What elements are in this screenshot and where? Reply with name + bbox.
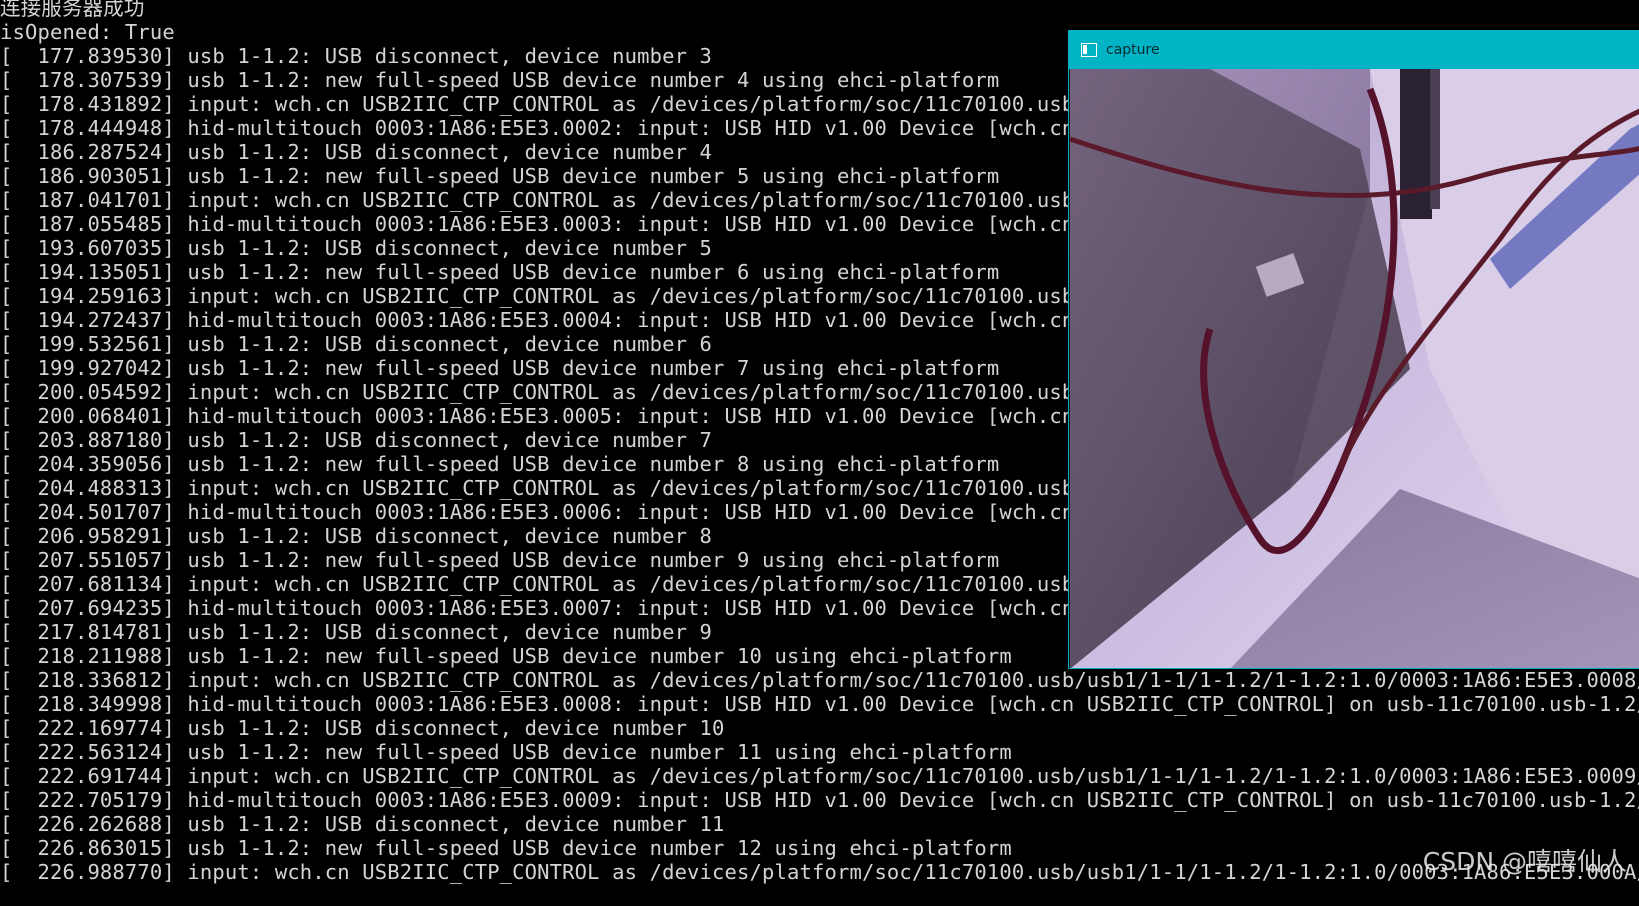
- terminal-line: [ 207.551057] usb 1-1.2: new full-speed …: [0, 548, 1000, 572]
- terminal-line: [ 204.501707] hid-multitouch 0003:1A86:E…: [0, 500, 1075, 524]
- terminal-line: [ 199.927042] usb 1-1.2: new full-speed …: [0, 356, 1000, 380]
- terminal-line: [ 226.988770] input: wch.cn USB2IIC_CTP_…: [0, 860, 1639, 884]
- terminal-line: [ 222.563124] usb 1-1.2: new full-speed …: [0, 740, 1012, 764]
- terminal-line: [ 194.135051] usb 1-1.2: new full-speed …: [0, 260, 1000, 284]
- terminal-line: [ 187.055485] hid-multitouch 0003:1A86:E…: [0, 212, 1075, 236]
- camera-frame-image: [1070, 69, 1639, 668]
- terminal-line: [ 203.887180] usb 1-1.2: USB disconnect,…: [0, 428, 713, 452]
- window-icon: [1081, 43, 1097, 57]
- csdn-watermark: CSDN @嘻嘻仙人: [1422, 847, 1627, 876]
- terminal-line: [ 218.349998] hid-multitouch 0003:1A86:E…: [0, 692, 1639, 716]
- terminal-line: [ 187.041701] input: wch.cn USB2IIC_CTP_…: [0, 188, 1075, 212]
- terminal-line: [ 186.903051] usb 1-1.2: new full-speed …: [0, 164, 1000, 188]
- terminal-line: [ 200.054592] input: wch.cn USB2IIC_CTP_…: [0, 380, 1075, 404]
- terminal-line: [ 194.259163] input: wch.cn USB2IIC_CTP_…: [0, 284, 1075, 308]
- terminal-line: [ 204.488313] input: wch.cn USB2IIC_CTP_…: [0, 476, 1075, 500]
- terminal-line: [ 222.691744] input: wch.cn USB2IIC_CTP_…: [0, 764, 1639, 788]
- terminal-line: [ 222.169774] usb 1-1.2: USB disconnect,…: [0, 716, 725, 740]
- terminal-line: [ 178.431892] input: wch.cn USB2IIC_CTP_…: [0, 92, 1075, 116]
- capture-titlebar[interactable]: capture: [1069, 31, 1639, 69]
- terminal-line: [ 200.068401] hid-multitouch 0003:1A86:E…: [0, 404, 1075, 428]
- terminal-line: [ 178.444948] hid-multitouch 0003:1A86:E…: [0, 116, 1075, 140]
- terminal-line: [ 194.272437] hid-multitouch 0003:1A86:E…: [0, 308, 1075, 332]
- capture-window-title: capture: [1106, 42, 1160, 58]
- terminal-line: [ 226.262688] usb 1-1.2: USB disconnect,…: [0, 812, 725, 836]
- capture-window[interactable]: capture: [1068, 30, 1639, 669]
- terminal-line: [ 178.307539] usb 1-1.2: new full-speed …: [0, 68, 1000, 92]
- terminal-line: [ 218.336812] input: wch.cn USB2IIC_CTP_…: [0, 668, 1639, 692]
- terminal-line: [ 204.359056] usb 1-1.2: new full-speed …: [0, 452, 1000, 476]
- terminal-line: [ 226.863015] usb 1-1.2: new full-speed …: [0, 836, 1012, 860]
- terminal-line: 连接服务器成功: [0, 0, 145, 20]
- terminal-line: [ 222.705179] hid-multitouch 0003:1A86:E…: [0, 788, 1639, 812]
- terminal-line: [ 207.681134] input: wch.cn USB2IIC_CTP_…: [0, 572, 1075, 596]
- terminal-line: [ 217.814781] usb 1-1.2: USB disconnect,…: [0, 620, 713, 644]
- terminal-line: [ 218.211988] usb 1-1.2: new full-speed …: [0, 644, 1012, 668]
- terminal-line: [ 206.958291] usb 1-1.2: USB disconnect,…: [0, 524, 713, 548]
- terminal-line: [ 177.839530] usb 1-1.2: USB disconnect,…: [0, 44, 713, 68]
- terminal-line: [ 186.287524] usb 1-1.2: USB disconnect,…: [0, 140, 713, 164]
- terminal-line: [ 193.607035] usb 1-1.2: USB disconnect,…: [0, 236, 713, 260]
- terminal-line: [ 199.532561] usb 1-1.2: USB disconnect,…: [0, 332, 713, 356]
- terminal-line: isOpened: True: [0, 20, 175, 44]
- terminal-line: [ 207.694235] hid-multitouch 0003:1A86:E…: [0, 596, 1075, 620]
